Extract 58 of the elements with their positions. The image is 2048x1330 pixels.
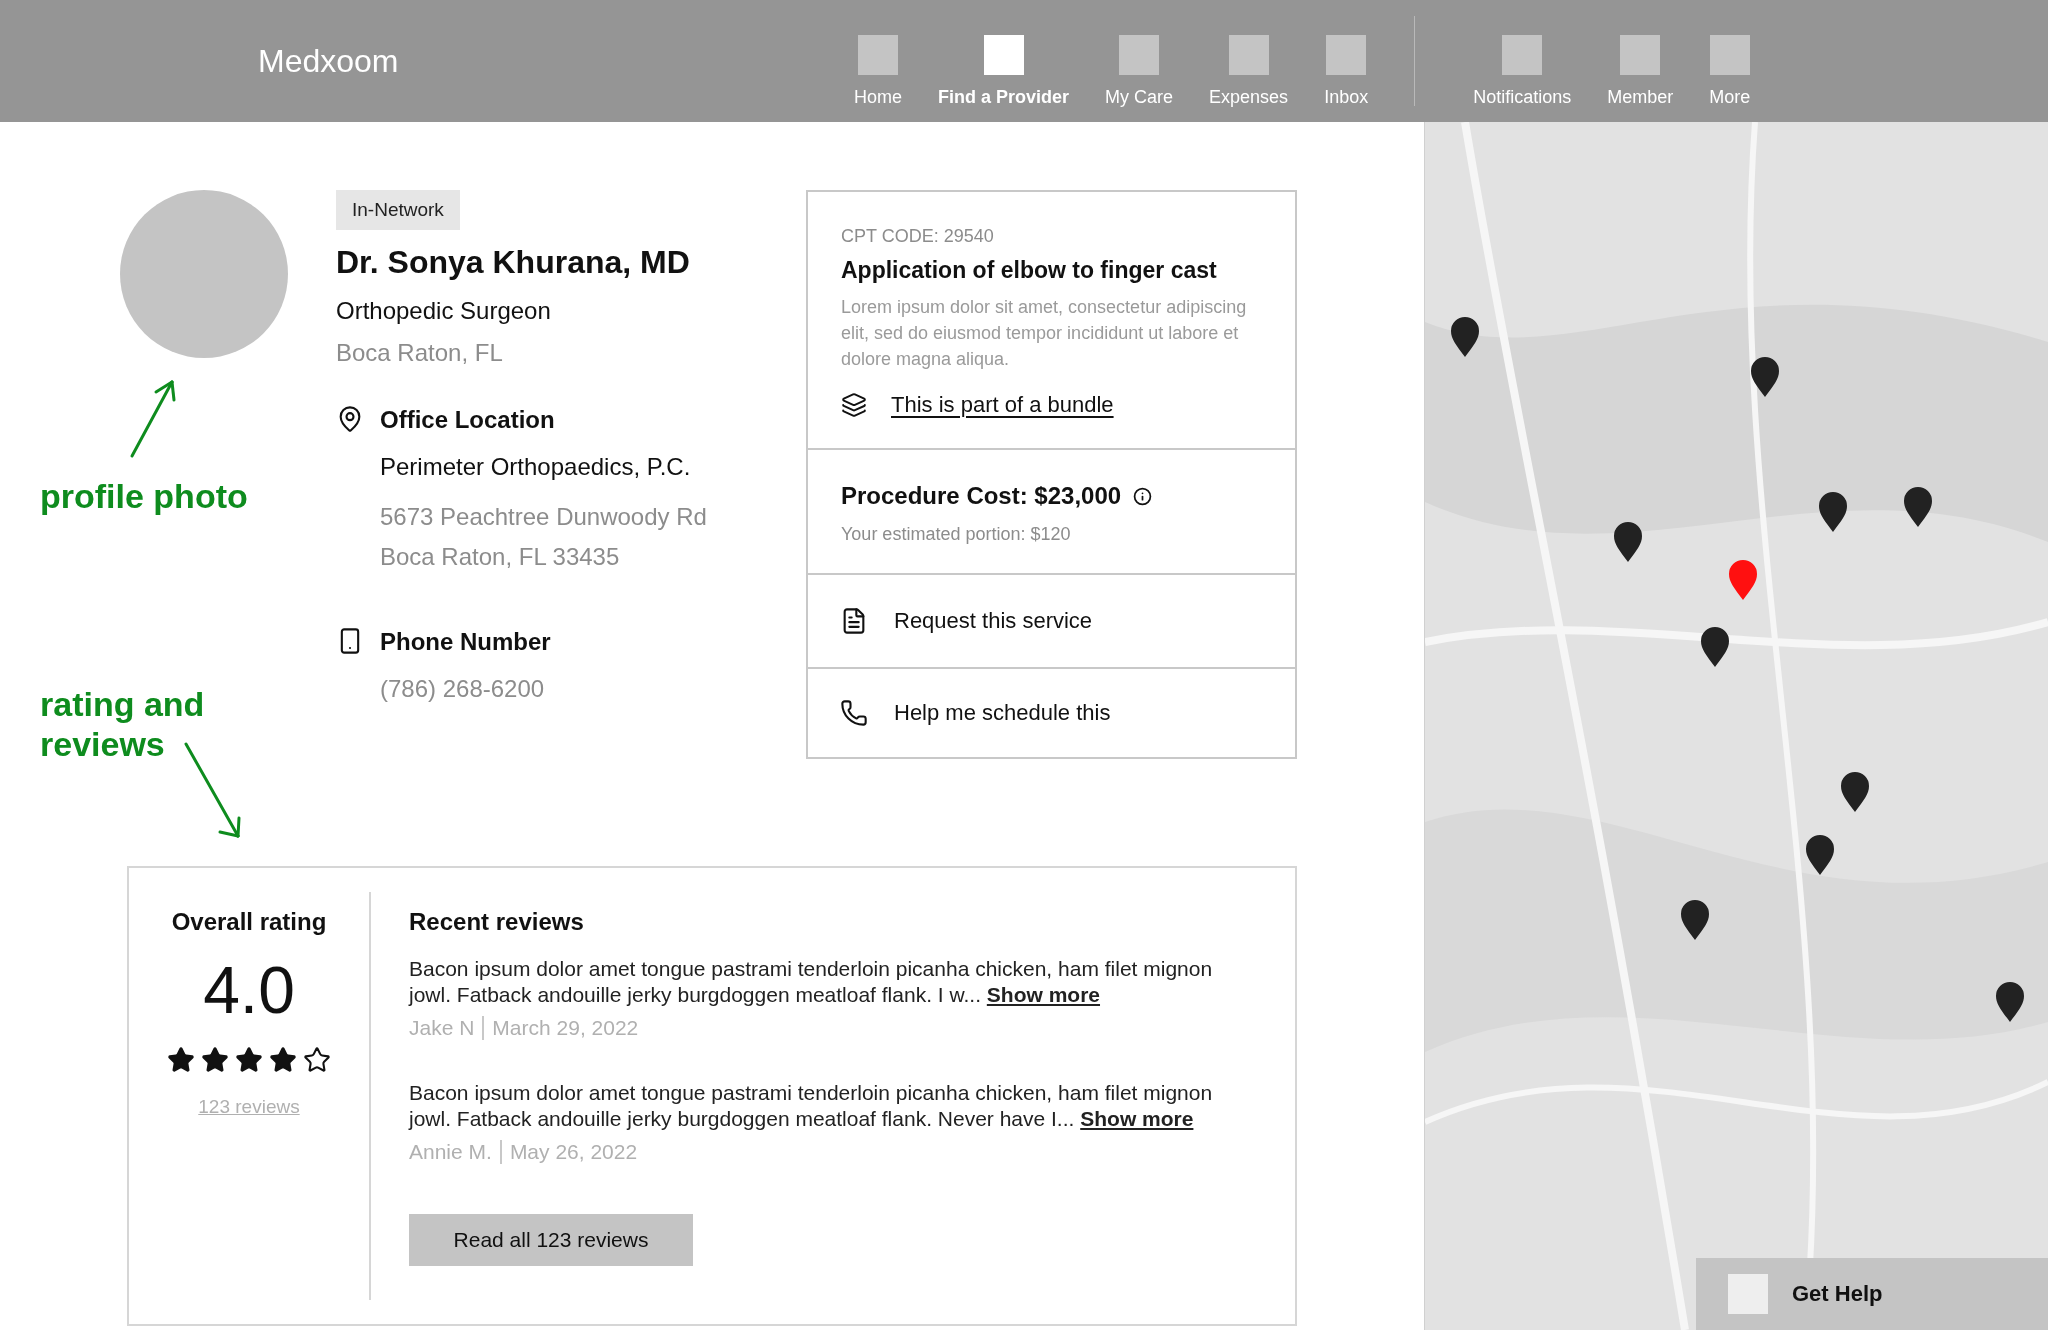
review-date: March 29, 2022 [491, 1016, 639, 1040]
review-text: Bacon ipsum dolor amet tongue pastrami tenderloin picanha chicken, ham filet mignon jowl. Fatback andouille jerky burgdoggen meatloaf flank. Never have I... Show more [409, 1080, 1214, 1132]
rating-score: 4.0 [203, 952, 295, 1028]
nav-square-icon [858, 35, 898, 75]
network-badge: In-Network [336, 190, 460, 230]
show-more-link[interactable]: Show more [986, 983, 1100, 1006]
section-heading: Office Location [380, 405, 556, 435]
star-empty-icon [303, 1046, 331, 1074]
read-all-button[interactable]: Read all 123 reviews [409, 1214, 693, 1266]
star-filled-icon [201, 1046, 229, 1074]
nav-square-icon [1326, 35, 1367, 75]
provider-city: Boca Raton, FL [336, 339, 503, 367]
service-description: Lorem ipsum dolor sit amet, consectetur adipiscing elit, sed do eiusmod tempor incididunt ut labore et dolore magna aliqua. [841, 296, 1248, 371]
estimated-portion: Your estimated portion: $120 [841, 524, 1072, 545]
help-square-icon [1728, 1274, 1768, 1314]
layers-icon [841, 392, 867, 418]
nav-tab[interactable]: Notifications [1455, 0, 1590, 122]
provider-name: Dr. Sonya Khurana, MD [336, 244, 690, 281]
annotation-note: rating and reviews [40, 684, 206, 764]
annotation-note: profile photo [40, 476, 249, 516]
nav-square-icon [1620, 35, 1661, 75]
get-help-button[interactable]: Get Help [1696, 1258, 2048, 1330]
rating-heading: Overall rating [171, 908, 327, 936]
nav-tab[interactable]: More [1691, 0, 1769, 122]
nav-tab[interactable]: Find a Provider [920, 0, 1088, 122]
nav-square-icon [983, 35, 1024, 75]
reviews-count-link[interactable]: 123 reviews [198, 1096, 300, 1118]
show-more-link[interactable]: Show more [1080, 1107, 1194, 1130]
logo: Medxoom [258, 42, 399, 80]
review-text: Bacon ipsum dolor amet tongue pastrami tenderloin picanha chicken, ham filet mignon jowl. Fatback andouille jerky burgdoggen meatloaf flank. I w... Show more [409, 956, 1214, 1008]
review-author: Jake N [409, 1016, 485, 1040]
nav-square-icon [1709, 35, 1750, 75]
nav-tab[interactable]: Home [836, 0, 920, 122]
phone-icon [840, 699, 868, 727]
review-author: Annie M. [409, 1140, 502, 1164]
bundle-link[interactable]: This is part of a bundle [891, 392, 1114, 418]
star-filled-icon [235, 1046, 263, 1074]
nav-square-icon [1502, 35, 1543, 75]
section-heading: Phone Number [380, 627, 551, 657]
star-filled-icon [167, 1046, 195, 1074]
phone-number: (786) 268-6200 [380, 674, 546, 704]
service-title: Application of elbow to finger cast [841, 257, 1218, 284]
nav-square-icon [1119, 35, 1160, 75]
nav-tab[interactable]: Inbox [1306, 0, 1387, 122]
address-line: 5673 Peachtree Dunwoody Rd [380, 502, 707, 532]
nav-tab[interactable]: My Care [1087, 0, 1192, 122]
specialty: Orthopedic Surgeon [336, 297, 551, 325]
address-line: Boca Raton, FL 33435 [380, 542, 621, 572]
procedure-cost: Procedure Cost: $23,000 [841, 482, 1122, 510]
nav-square-icon [1228, 35, 1269, 75]
review-date: May 26, 2022 [508, 1140, 638, 1164]
nav-tab[interactable]: Expenses [1191, 0, 1307, 122]
reviews-heading: Recent reviews [409, 908, 584, 936]
star-filled-icon [269, 1046, 297, 1074]
info-icon [1133, 486, 1153, 506]
practice-name: Perimeter Orthopaedics, P.C. [380, 453, 692, 481]
nav-tab[interactable]: Member [1589, 0, 1692, 122]
cpt-code: CPT CODE: 29540 [841, 226, 995, 247]
